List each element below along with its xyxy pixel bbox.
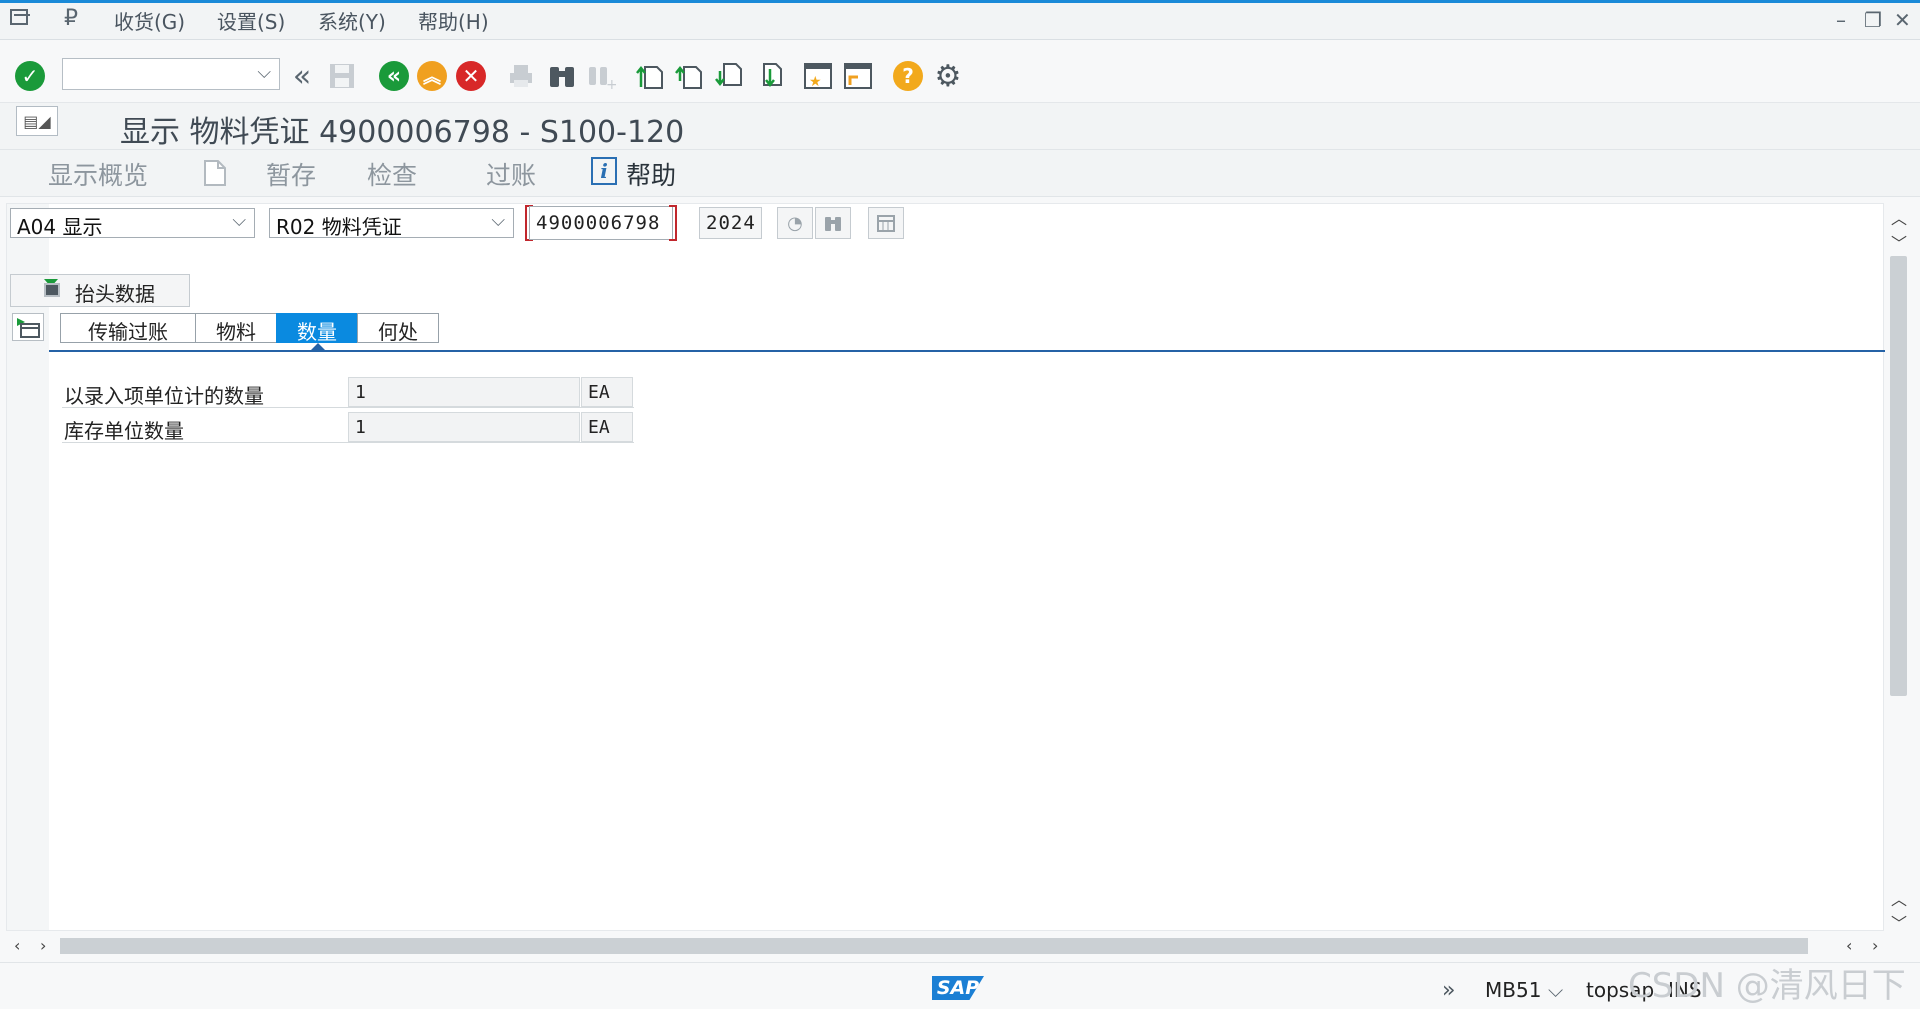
stock-unit-quantity-label: 库存单位数量	[64, 419, 184, 443]
scroll-left-icon[interactable]: ‹	[14, 936, 20, 955]
tab-material[interactable]: 物料	[195, 313, 277, 344]
row-divider	[62, 407, 634, 408]
scroll-up-icon[interactable]: ︿	[1891, 205, 1907, 229]
tab-quantity[interactable]: 数量	[276, 313, 358, 344]
chevron-down-icon[interactable]: ⌵	[257, 62, 271, 83]
calendar-icon[interactable]	[868, 207, 904, 239]
back-double-icon[interactable]: «	[286, 59, 318, 94]
restore-icon[interactable]: ❐	[1864, 8, 1882, 32]
year-input[interactable]: 2024	[699, 207, 762, 239]
back-icon[interactable]: «	[378, 60, 410, 92]
last-page-icon[interactable]	[753, 60, 785, 92]
save-icon[interactable]	[326, 60, 358, 92]
row-divider	[62, 442, 634, 443]
close-window-icon[interactable]: ✕	[1894, 8, 1911, 32]
menu-icon[interactable]	[10, 8, 32, 26]
header-data-toggle[interactable]: 抬头数据	[10, 274, 190, 307]
quantity-entry-unit-value: 1	[348, 377, 580, 407]
vertical-scroll-thumb[interactable]	[1890, 256, 1907, 696]
horizontal-scroll-thumb[interactable]	[60, 938, 1808, 954]
post-button[interactable]: 过账	[486, 156, 536, 192]
scroll-down-icon[interactable]: ﹀	[1891, 230, 1907, 254]
help-icon[interactable]: ?	[892, 60, 924, 92]
create-session-icon[interactable]: ★	[802, 60, 834, 92]
overview-button[interactable]: 显示概览	[48, 156, 148, 192]
print-icon[interactable]	[505, 60, 537, 92]
hold-button[interactable]: 暂存	[266, 156, 316, 192]
command-field[interactable]: ⌵	[62, 58, 280, 90]
info-icon[interactable]: i	[591, 157, 617, 185]
focus-bracket-right	[669, 205, 677, 241]
check-button[interactable]: 检查	[367, 156, 417, 192]
reference-dropdown[interactable]: R02 物料凭证 ⌵	[269, 208, 514, 239]
tab-transfer-posting[interactable]: 传输过账	[60, 313, 196, 344]
scroll-up-icon[interactable]: ︿	[1891, 886, 1907, 910]
first-page-icon[interactable]	[634, 60, 666, 92]
tab-underline	[49, 350, 1885, 352]
customize-icon[interactable]: ₽	[64, 6, 78, 31]
screen-menu-icon[interactable]: ▤◢	[16, 106, 58, 136]
minimize-icon[interactable]: –	[1836, 8, 1846, 32]
scroll-left-icon[interactable]: ‹	[1846, 936, 1852, 955]
shortcut-icon[interactable]	[842, 60, 874, 92]
cancel-icon[interactable]: ✕	[455, 60, 487, 92]
quantity-entry-unit-uom: EA	[581, 377, 633, 407]
next-page-icon[interactable]	[713, 60, 745, 92]
settings-icon[interactable]: ⚙	[932, 59, 964, 94]
reference-value: R02 物料凭证	[276, 215, 402, 239]
document-number-input[interactable]: 4900006798	[529, 206, 673, 240]
chevron-down-icon[interactable]: ⌵	[1548, 978, 1563, 1002]
find-next-icon[interactable]: +	[585, 60, 617, 92]
page-title: 显示 物料凭证 4900006798 - S100-120	[120, 115, 685, 150]
find-icon[interactable]	[546, 60, 578, 92]
menu-bar	[0, 0, 1920, 40]
exit-icon[interactable]: ︽	[416, 60, 448, 92]
prev-page-icon[interactable]	[673, 60, 705, 92]
menu-settings[interactable]: 设置(S)	[217, 6, 285, 35]
action-value: A04 显示	[17, 215, 103, 239]
menu-help[interactable]: 帮助(H)	[418, 6, 489, 35]
svg-text:★: ★	[809, 74, 822, 90]
chevron-down-icon[interactable]: ⌵	[491, 210, 505, 231]
watermark: CSDN @清风日下	[1628, 966, 1906, 1006]
help-button[interactable]: 帮助	[626, 156, 676, 192]
enter-icon[interactable]: ✓	[14, 60, 46, 92]
expand-status-icon[interactable]: »	[1442, 978, 1455, 1003]
scroll-right-icon[interactable]: ›	[1872, 936, 1878, 955]
menu-goods-receipt[interactable]: 收货(G)	[114, 6, 185, 35]
svg-text:+: +	[606, 77, 616, 91]
scroll-down-icon[interactable]: ﹀	[1891, 910, 1907, 934]
menu-system[interactable]: 系统(Y)	[318, 6, 386, 35]
quantity-entry-unit-label: 以录入项单位计的数量	[64, 384, 264, 408]
execute-icon[interactable]: ◔	[777, 207, 813, 239]
chevron-down-icon[interactable]: ⌵	[232, 210, 246, 231]
tab-list-icon[interactable]	[12, 313, 44, 341]
active-tab-caret	[311, 343, 325, 350]
document-icon[interactable]	[203, 159, 227, 191]
stock-unit-quantity-value: 1	[348, 412, 580, 442]
header-block-icon	[44, 283, 60, 297]
transaction-code: MB51	[1485, 978, 1542, 1002]
tab-where[interactable]: 何处	[357, 313, 439, 344]
stock-unit-quantity-uom: EA	[581, 412, 633, 442]
action-dropdown[interactable]: A04 显示 ⌵	[10, 208, 255, 239]
find-document-icon[interactable]	[815, 207, 851, 239]
scroll-right-icon[interactable]: ›	[40, 936, 46, 955]
